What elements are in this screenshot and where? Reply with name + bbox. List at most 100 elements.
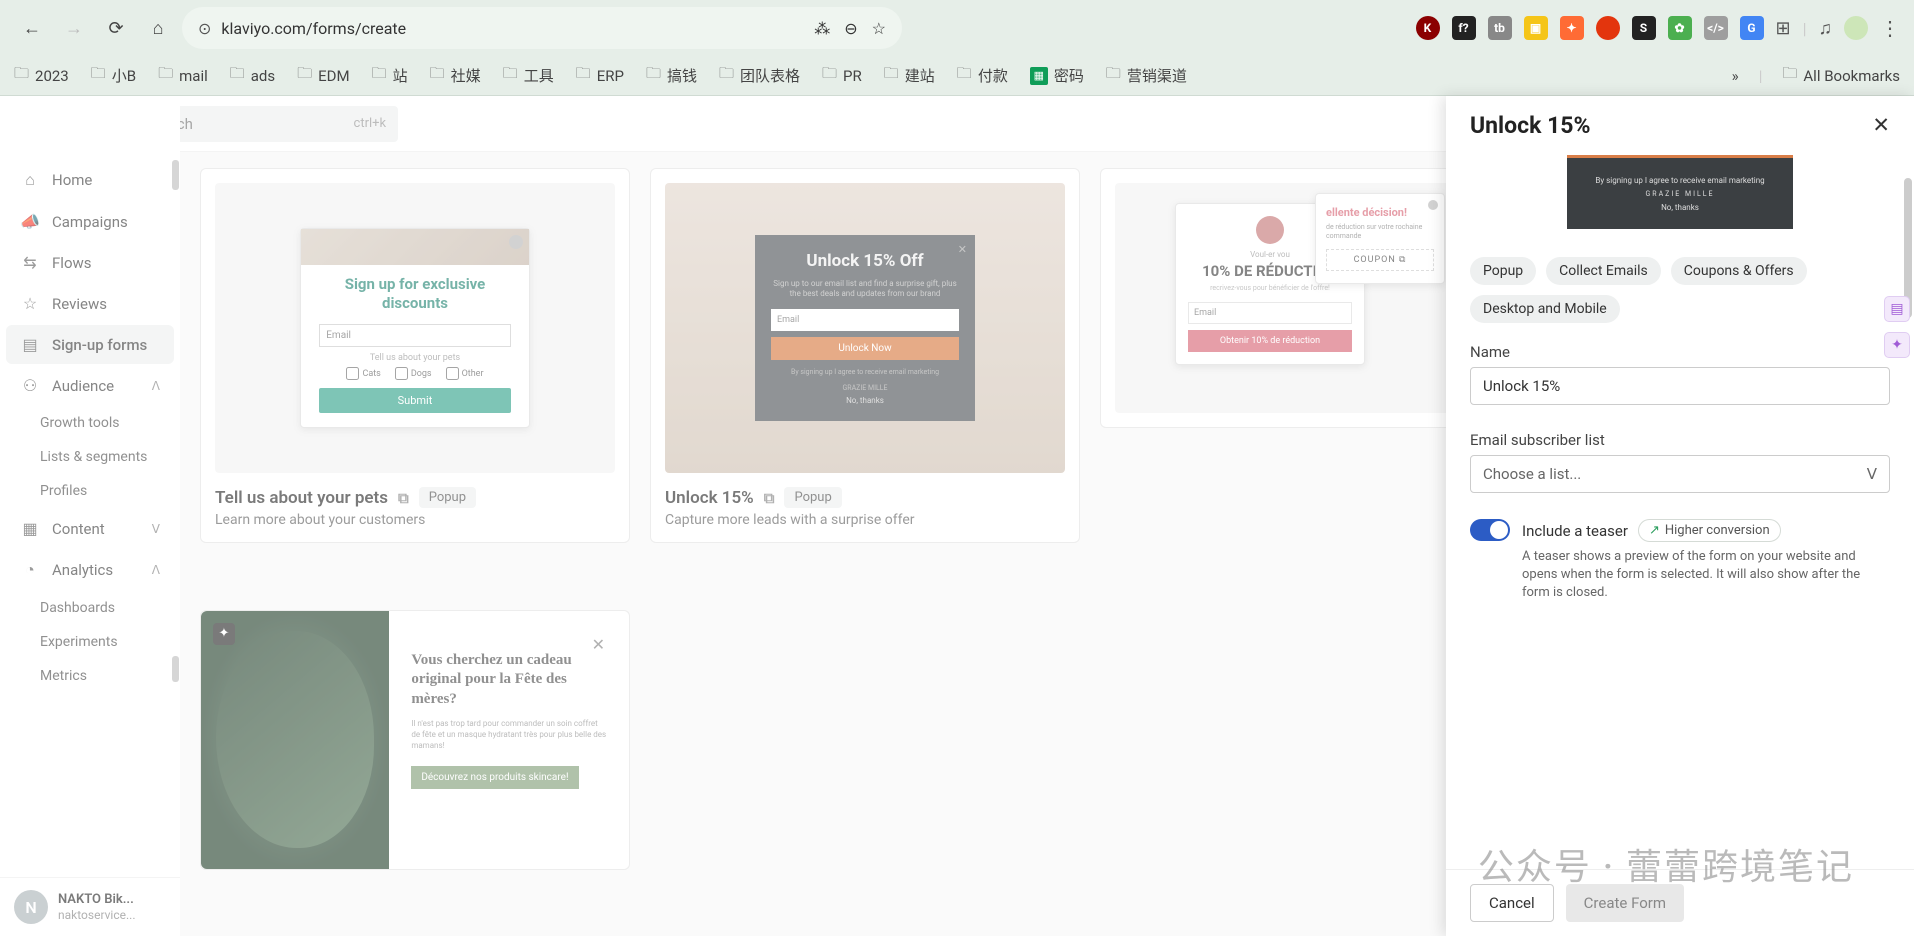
card-title: Tell us about your pets [215,488,388,508]
tag-row: Popup Collect Emails Coupons & Offers De… [1470,257,1890,323]
chevron-down-icon: ᐯ [1867,465,1877,483]
bookmark-item[interactable]: 🗀mail [158,63,208,88]
profile-icon[interactable] [1844,16,1868,40]
note-icon[interactable]: ▤ [1884,296,1910,322]
list-label: Email subscriber list [1470,431,1890,449]
zoom-icon[interactable]: ⊖ [844,19,857,38]
bookmark-item[interactable]: 🗀建站 [884,63,935,88]
nav-lists-segments[interactable]: Lists & segments [0,441,180,473]
nav-signup-forms[interactable]: ▤Sign-up forms [6,325,174,364]
nav-analytics[interactable]: ◔Analyticsᐱ [6,550,174,590]
app-container: klaviyo™ 🔍 Search ctrl+k ⌂Home 📣Campaign… [0,96,1914,936]
nav-home[interactable]: ⌂Home [6,160,174,200]
higher-conversion-badge: ↗Higher conversion [1638,519,1781,542]
create-form-panel: Unlock 15% ✕ By signing up I agree to re… [1446,96,1914,936]
back-button[interactable]: ← [14,10,50,46]
home-button[interactable]: ⌂ [140,10,176,46]
devices-icon: ⧉ [398,489,409,507]
avatar: N [14,890,48,924]
cancel-button[interactable]: Cancel [1470,884,1554,922]
nav-campaigns[interactable]: 📣Campaigns [6,202,174,241]
template-card[interactable]: Sign up for exclusive discounts Tell us … [200,168,630,543]
media-icon[interactable]: ♫ [1819,18,1833,39]
bookmark-item[interactable]: 🗀营销渠道 [1106,63,1187,88]
sidebar-account[interactable]: N NAKTO Bik... naktoservice... [0,877,180,936]
ext-fox-icon[interactable]: ✦ [1560,16,1584,40]
ext-gtranslate-icon[interactable]: G [1740,16,1764,40]
nav-reviews[interactable]: ☆Reviews [6,284,174,323]
floating-tools: ▤ ✦ [1884,296,1910,358]
bookmark-item[interactable]: 🗀社媒 [430,63,481,88]
reload-button[interactable]: ⟳ [98,10,134,46]
all-bookmarks[interactable]: 🗀All Bookmarks [1782,63,1900,88]
template-card[interactable]: ✦ ✕ Vous cherchez un cadeau original pou… [200,610,630,870]
bookmarks-bar: 🗀2023 🗀小B 🗀mail 🗀ads 🗀EDM 🗀站 🗀社媒 🗀工具 🗀ER… [0,56,1914,96]
extensions-icon[interactable]: ⊞ [1776,18,1791,39]
tag[interactable]: Desktop and Mobile [1470,295,1620,323]
close-icon: ✕ [592,635,605,654]
name-label: Name [1470,343,1890,361]
nav-growth-tools[interactable]: Growth tools [0,407,180,439]
bookmarks-overflow[interactable]: » [1732,67,1739,85]
bookmark-item[interactable]: 🗀工具 [503,63,554,88]
nav-audience[interactable]: ⚇Audienceᐱ [6,366,174,405]
bookmark-item[interactable]: 🗀ERP [576,63,624,88]
forward-button[interactable]: → [56,10,92,46]
tag[interactable]: Collect Emails [1546,257,1661,285]
ext-code-icon[interactable]: </> [1704,16,1728,40]
tag[interactable]: Popup [1470,257,1536,285]
ext-s-icon[interactable]: S [1632,16,1656,40]
name-input[interactable] [1470,367,1890,405]
bookmark-item[interactable]: 🗀2023 [14,63,69,88]
bookmark-star-icon[interactable]: ☆ [872,19,886,38]
sparkle-icon[interactable]: ✦ [1884,332,1910,358]
form-icon: ▤ [20,335,40,354]
ext-ball-icon[interactable] [1596,16,1620,40]
tag[interactable]: Coupons & Offers [1671,257,1807,285]
bookmark-item[interactable]: 🗀站 [372,63,408,88]
content-icon: ▦ [20,519,40,538]
nav-metrics[interactable]: Metrics [0,660,180,692]
flow-icon: ⇆ [20,253,40,272]
address-bar[interactable]: ⊙ klaviyo.com/forms/create ⁂ ⊖ ☆ [182,7,902,49]
list-select[interactable]: Choose a list... ᐯ [1470,455,1890,493]
bookmark-item[interactable]: ▦密码 [1030,65,1084,86]
url-text: klaviyo.com/forms/create [221,19,406,38]
people-icon: ⚇ [20,376,40,395]
nav-content[interactable]: ▦Contentᐯ [6,509,174,548]
home-icon: ⌂ [20,170,40,190]
chevron-up-icon: ᐱ [152,563,160,577]
ext-carrot-icon[interactable]: ✿ [1668,16,1692,40]
nav-dashboards[interactable]: Dashboards [0,592,180,624]
bookmark-item[interactable]: 🗀付款 [957,63,1008,88]
scrollbar-thumb[interactable] [172,656,179,682]
bookmark-item[interactable]: 🗀PR [822,63,862,88]
bookmark-item[interactable]: 🗀搞钱 [646,63,697,88]
nav-profiles[interactable]: Profiles [0,475,180,507]
bookmark-item[interactable]: 🗀ads [230,63,275,88]
ext-tb-icon[interactable]: tb [1488,16,1512,40]
site-info-icon[interactable]: ⊙ [198,19,211,38]
ext-klaviyo-icon[interactable]: K [1416,16,1440,40]
ext-pic-icon[interactable]: ▣ [1524,16,1548,40]
bookmark-item[interactable]: 🗀团队表格 [719,63,800,88]
close-icon: ✕ [958,243,967,256]
teaser-toggle[interactable] [1470,519,1510,541]
nav-flows[interactable]: ⇆Flows [6,243,174,282]
translate-icon[interactable]: ⁂ [814,19,830,38]
close-button[interactable]: ✕ [1872,113,1890,138]
card-subtitle: Capture more leads with a surprise offer [665,512,1065,528]
menu-icon[interactable]: ⋮ [1880,16,1900,40]
ext-f-icon[interactable]: f? [1452,16,1476,40]
bookmark-item[interactable]: 🗀EDM [297,63,349,88]
form-preview-thumb: By signing up I agree to receive email m… [1567,155,1793,229]
preview-mock: Sign up for exclusive discounts Tell us … [300,228,530,429]
template-card[interactable]: ✕ Unlock 15% Off Sign up to our email li… [650,168,1080,543]
panel-title: Unlock 15% [1470,112,1591,139]
star-icon: ☆ [20,294,40,313]
scrollbar-thumb[interactable] [172,160,179,190]
create-form-button[interactable]: Create Form [1566,884,1684,922]
nav-experiments[interactable]: Experiments [0,626,180,658]
preview-mock: ✕ Vous cherchez un cadeau original pour … [201,611,629,869]
bookmark-item[interactable]: 🗀小B [91,63,136,88]
